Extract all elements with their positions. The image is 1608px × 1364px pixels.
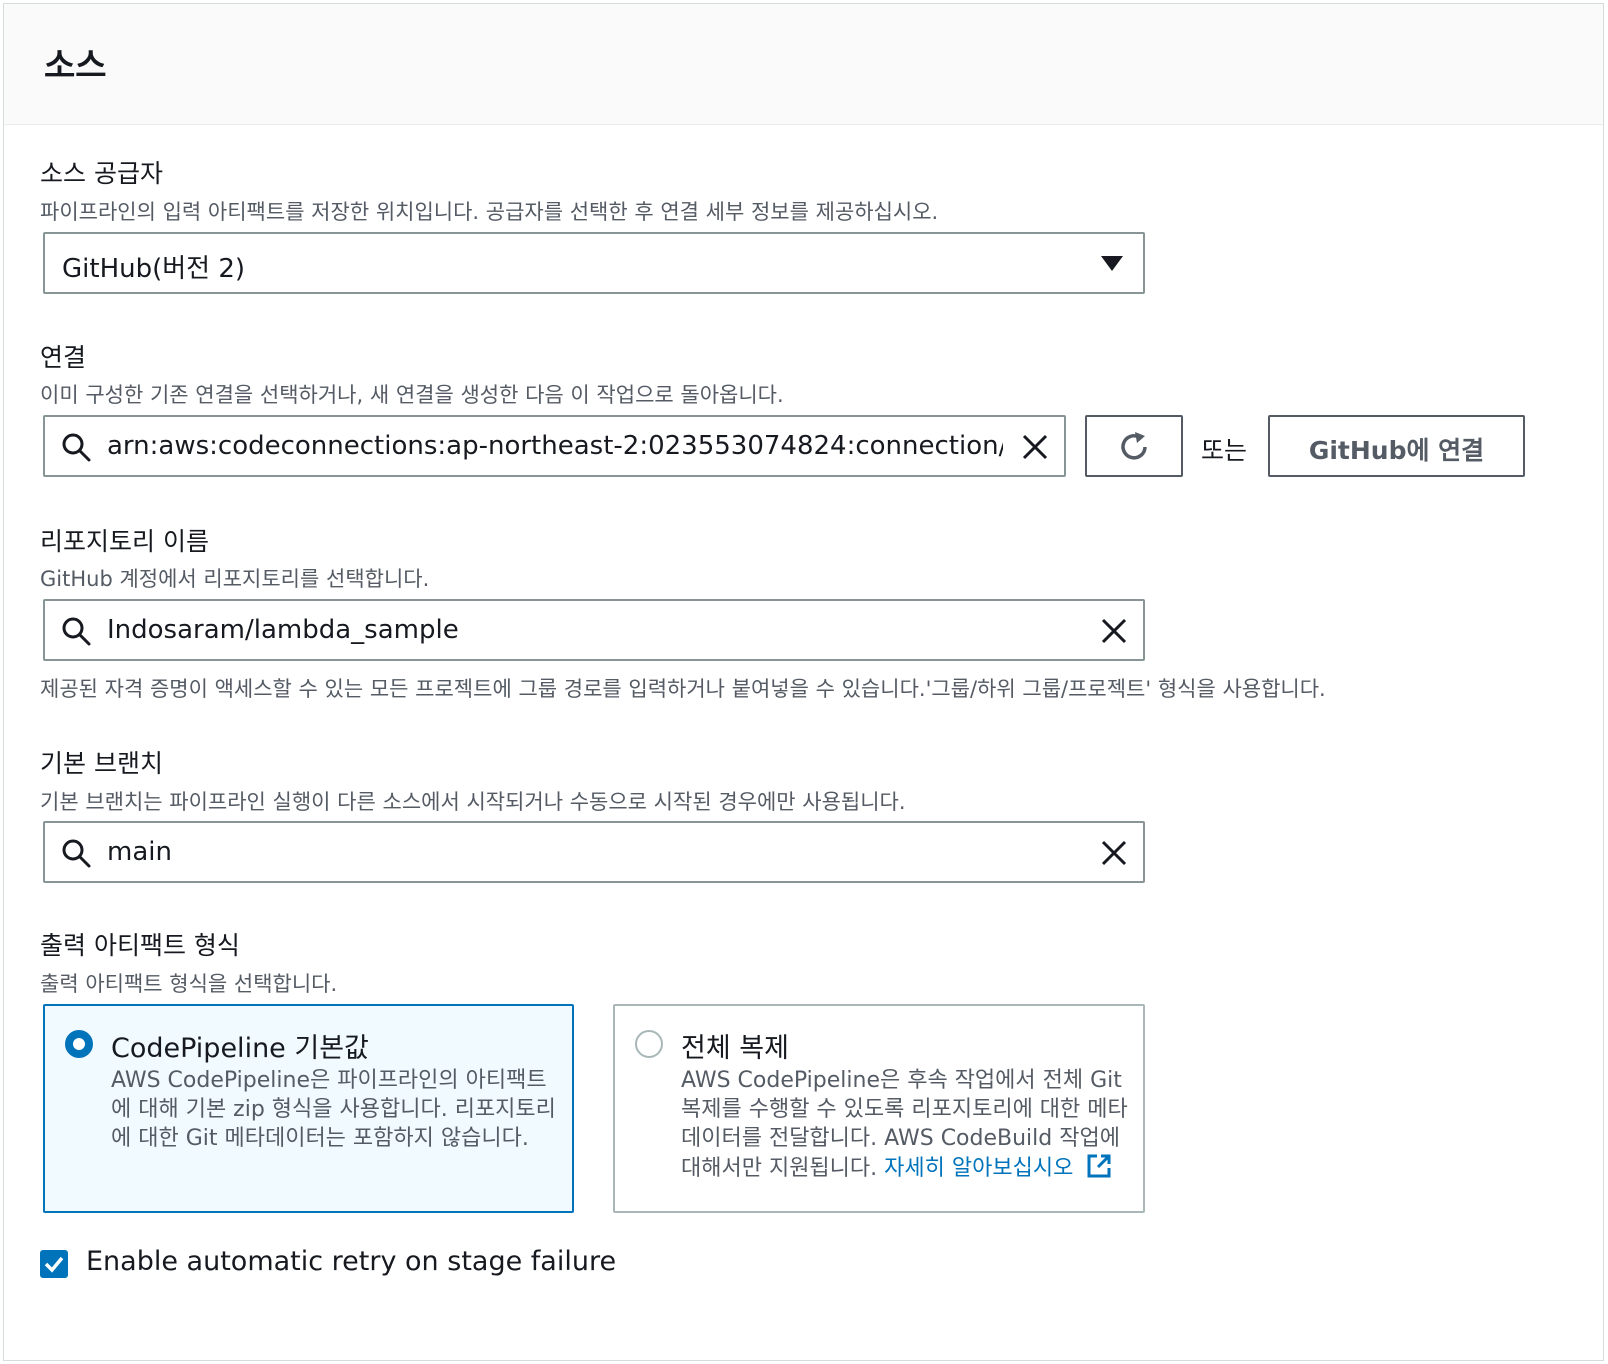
- search-icon: [62, 617, 91, 646]
- close-icon[interactable]: [1100, 839, 1128, 867]
- search-icon: [62, 433, 91, 462]
- search-icon: [62, 839, 91, 868]
- repository-search-input[interactable]: Indosaram/lambda_sample: [43, 599, 1145, 661]
- repository-label: 리포지토리 이름: [40, 527, 209, 556]
- option-codepipeline-default[interactable]: CodePipeline 기본값 AWS CodePipeline은 파이프라인…: [43, 1004, 574, 1213]
- repository-hint: 제공된 자격 증명이 액세스할 수 있는 모든 프로젝트에 그룹 경로를 입력하…: [40, 677, 1326, 701]
- retry-checkbox[interactable]: [40, 1250, 68, 1278]
- source-provider-label: 소스 공급자: [40, 159, 163, 188]
- connection-label: 연결: [40, 343, 87, 372]
- connect-github-button[interactable]: GitHub에 연결: [1268, 415, 1525, 477]
- connection-search-input[interactable]: arn:aws:codeconnections:ap-northeast-2:0…: [43, 415, 1066, 477]
- refresh-button[interactable]: [1085, 415, 1183, 477]
- option-title: CodePipeline 기본값: [111, 1033, 369, 1064]
- output-artifact-label: 출력 아티팩트 형식: [40, 931, 240, 960]
- radio-codepipeline-default[interactable]: [65, 1030, 93, 1058]
- panel-header: 소스: [4, 4, 1603, 125]
- or-text: 또는: [1201, 436, 1248, 465]
- repository-value: Indosaram/lambda_sample: [107, 615, 459, 645]
- default-branch-label: 기본 브랜치: [40, 749, 163, 778]
- default-branch-description: 기본 브랜치는 파이프라인 실행이 다른 소스에서 시작되거나 수동으로 시작된…: [40, 790, 906, 814]
- panel-title: 소스: [44, 46, 107, 86]
- default-branch-value: main: [107, 837, 172, 867]
- connect-github-label: GitHub에 연결: [1308, 436, 1485, 465]
- refresh-icon: [1121, 432, 1147, 460]
- option-title: 전체 복제: [681, 1033, 789, 1064]
- repository-description: GitHub 계정에서 리포지토리를 선택합니다.: [40, 567, 430, 591]
- option-description: AWS CodePipeline은 파이프라인의 아티팩트에 대해 기본 zip…: [111, 1068, 556, 1151]
- output-artifact-description: 출력 아티팩트 형식을 선택합니다.: [40, 972, 338, 996]
- checkmark-icon: [44, 1256, 64, 1273]
- default-branch-input[interactable]: main: [43, 821, 1145, 883]
- source-provider-description: 파이프라인의 입력 아티팩트를 저장한 위치입니다. 공급자를 선택한 후 연결…: [40, 200, 939, 224]
- caret-down-icon: [1101, 256, 1123, 271]
- retry-label[interactable]: Enable automatic retry on stage failure: [86, 1246, 616, 1277]
- radio-full-clone[interactable]: [635, 1030, 663, 1058]
- source-provider-select[interactable]: GitHub(버전 2): [43, 232, 1145, 294]
- close-icon[interactable]: [1100, 617, 1128, 645]
- option-full-clone[interactable]: 전체 복제 AWS CodePipeline은 후속 작업에서 전체 Git 복…: [613, 1004, 1145, 1213]
- source-provider-value: GitHub(버전 2): [62, 254, 246, 284]
- connection-value: arn:aws:codeconnections:ap-northeast-2:0…: [107, 431, 1003, 461]
- option-description-container: AWS CodePipeline은 후속 작업에서 전체 Git 복제를 수행할…: [681, 1066, 1129, 1183]
- external-link-icon[interactable]: [1086, 1153, 1112, 1179]
- learn-more-link[interactable]: 자세히 알아보십시오: [884, 1156, 1073, 1181]
- connection-description: 이미 구성한 기존 연결을 선택하거나, 새 연결을 생성한 다음 이 작업으로…: [40, 383, 784, 407]
- close-icon[interactable]: [1021, 433, 1049, 461]
